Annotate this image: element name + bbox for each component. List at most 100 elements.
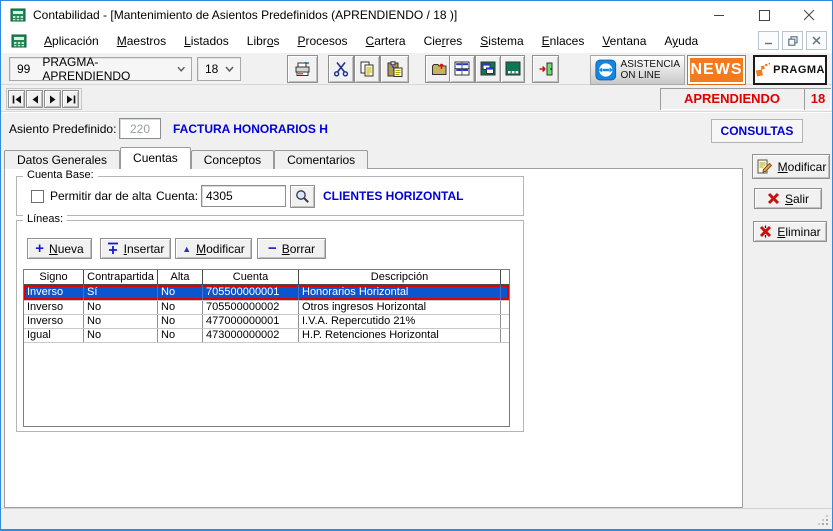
menu-cartera[interactable]: Cartera [357,31,415,51]
cuenta-search-button[interactable] [290,185,315,208]
tab-comentarios[interactable]: Comentarios [274,150,368,169]
insertar-button[interactable]: Insertar [100,238,171,259]
cell-alta: No [158,329,203,342]
chevron-down-icon [177,66,185,72]
asiento-description: FACTURA HONORARIOS H [173,122,328,136]
cascade-windows-icon [480,61,496,77]
mdi-child-icon[interactable] [11,33,27,49]
eliminar-button[interactable]: Eliminar [753,221,827,242]
previous-record-button[interactable] [26,90,43,108]
copy-button[interactable] [354,55,380,83]
first-record-button[interactable] [8,90,25,108]
cuenta-base-legend: Cuenta Base: [23,169,98,181]
cell-cuenta: 705500000001 [203,285,299,300]
close-button[interactable] [787,1,832,29]
paste-icon [386,61,403,77]
arrange-icons-button[interactable] [500,55,525,83]
menu-listados[interactable]: Listados [175,31,238,51]
menu-libros[interactable]: Libros [238,31,289,51]
tile-windows-button[interactable] [449,55,475,83]
table-row-selected[interactable]: Inverso Sí No 705500000001 Honorarios Ho… [24,285,509,301]
eliminar-label: Eliminar [777,225,820,239]
exit-door-icon [538,61,554,77]
pragma-logo-icon [755,58,771,82]
resize-grip[interactable] [816,513,830,527]
column-header-descripcion: Descripción [299,270,501,284]
mdi-close-button[interactable] [806,31,827,50]
record-navigator [6,88,82,110]
maximize-button[interactable] [742,1,787,29]
window-title: Contabilidad - [Mantenimiento de Asiento… [33,8,457,22]
menu-maestros[interactable]: Maestros [108,31,175,51]
cuenta-base-group: Cuenta Base: Permitir dar de alta Cuenta… [16,176,524,216]
menu-ayuda[interactable]: Ayuda [655,31,707,51]
menu-ventana[interactable]: Ventana [593,31,655,51]
cuentas-tab-page: Cuenta Base: Permitir dar de alta Cuenta… [4,168,743,508]
mdi-restore-button[interactable] [782,31,803,50]
cell-signo: Inverso [24,285,84,300]
cut-button[interactable] [328,55,354,83]
lineas-table[interactable]: Signo Contrapartida Alta Cuenta Descripc… [23,269,510,427]
cell-signo: Igual [24,329,84,342]
menu-cierres[interactable]: Cierres [415,31,472,51]
asistencia-line1: ASISTENCIA [621,59,680,70]
pragma-label: PRAGMA [773,64,825,76]
salir-button[interactable]: Salir [754,188,822,209]
lineas-legend: Líneas: [23,213,67,225]
mdi-minimize-button[interactable] [758,31,779,50]
cell-filler [501,315,509,328]
asiento-number-input[interactable] [119,118,161,139]
form-area: APRENDIENDO 18 Asiento Predefinido: FACT… [1,85,832,508]
print-setup-button[interactable] [287,55,318,83]
modificar-linea-button[interactable]: ▲ Modificar [175,238,252,259]
minimize-button[interactable] [697,1,742,29]
cell-filler [501,301,509,314]
teamviewer-icon [595,57,617,83]
red-x-delete-icon [759,225,772,238]
pragma-logo[interactable]: PRAGMA [753,55,827,85]
menu-sistema[interactable]: Sistema [471,31,532,51]
table-row[interactable]: Inverso No No 705500000002 Otros ingreso… [24,301,509,315]
cuenta-input[interactable] [201,185,286,207]
column-header-filler [501,270,509,284]
cell-signo: Inverso [24,301,84,314]
next-record-icon [49,95,57,104]
table-row[interactable]: Inverso No No 477000000001 I.V.A. Reperc… [24,315,509,329]
permitir-alta-checkbox[interactable] [31,190,44,203]
toolbar: 99 PRAGMA-APRENDIENDO 18 [1,53,832,85]
modificar-button[interactable]: Modificar [752,154,830,179]
nueva-label: Nueva [49,242,84,256]
printer-icon [294,60,312,78]
scissors-icon [333,61,349,77]
minus-icon: − [268,244,277,254]
exercise-select[interactable]: 18 [197,57,241,81]
last-record-icon [66,95,76,104]
tab-datos-generales[interactable]: Datos Generales [4,150,120,169]
consultas-button[interactable]: CONSULTAS [711,119,803,143]
news-badge[interactable]: NEWS [687,55,746,85]
cuenta-label: Cuenta: [156,189,198,203]
tab-cuentas[interactable]: Cuentas [120,147,191,169]
paste-button[interactable] [380,55,409,83]
cascade-windows-button[interactable] [475,55,501,83]
chevron-down-icon [225,66,234,72]
tab-conceptos[interactable]: Conceptos [191,150,274,169]
menu-enlaces[interactable]: Enlaces [533,31,594,51]
exit-button[interactable] [532,55,559,83]
nueva-button[interactable]: + Nueva [27,238,92,259]
environment-name: APRENDIENDO [660,88,804,110]
cell-descripcion: Otros ingresos Horizontal [299,301,501,314]
last-record-button[interactable] [62,90,79,108]
borrar-button[interactable]: − Borrar [257,238,326,259]
company-select[interactable]: 99 PRAGMA-APRENDIENDO [9,57,192,81]
asistencia-online-badge[interactable]: ASISTENCIA ON LINE [590,55,685,85]
cell-alta: No [158,285,203,300]
copy-icon [359,61,375,77]
table-row[interactable]: Igual No No 473000000002 H.P. Retencione… [24,329,509,343]
menu-bar: Aplicación Maestros Listados Libros Proc… [1,29,832,53]
cell-contrapartida: No [84,301,158,314]
menu-aplicacion[interactable]: Aplicación [35,31,108,51]
menu-procesos[interactable]: Procesos [289,31,357,51]
next-record-button[interactable] [44,90,61,108]
cell-signo: Inverso [24,315,84,328]
